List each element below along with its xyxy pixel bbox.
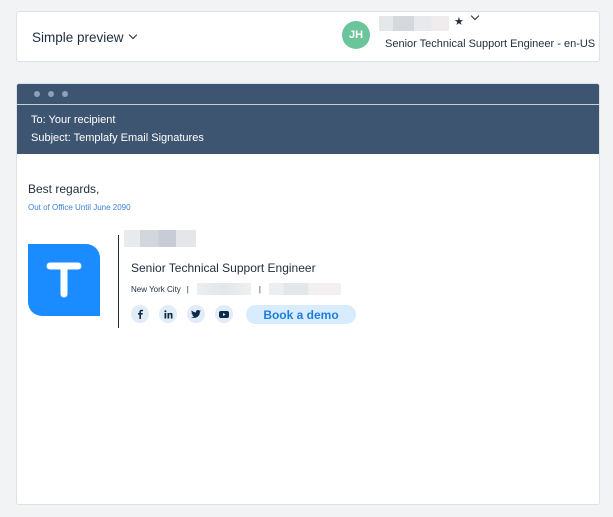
phone-redacted [196, 283, 251, 295]
window-dot-icon [62, 91, 68, 97]
window-dots [17, 84, 599, 105]
avatar[interactable]: JH [342, 21, 370, 49]
email-greeting: Best regards, [28, 182, 100, 196]
user-role: Senior Technical Support Engineer - en-U… [385, 38, 596, 50]
facebook-icon[interactable] [131, 305, 149, 323]
email-redacted [268, 283, 341, 295]
book-a-demo-button[interactable]: Book a demo [246, 305, 356, 324]
out-of-office-banner[interactable]: Out of Office Until June 2090 [28, 203, 131, 212]
window-dot-icon [34, 91, 40, 97]
signature-contact-line: New York City | | [131, 283, 341, 295]
user-menu-chevron-down-icon[interactable] [470, 11, 480, 21]
signature-divider [118, 235, 119, 328]
signature-name-redacted [124, 230, 196, 247]
email-preview-panel: To: Your recipient Subject: Templafy Ema… [16, 83, 600, 505]
email-header: To: Your recipient Subject: Templafy Ema… [17, 84, 599, 154]
chevron-down-icon [128, 30, 137, 40]
window-dot-icon [48, 91, 54, 97]
preview-toolbar: Simple preview JH ★ Senior Technical Sup… [16, 11, 600, 62]
signature-title: Senior Technical Support Engineer [131, 261, 316, 275]
separator: | [186, 284, 189, 294]
email-to: To: Your recipient [31, 114, 116, 126]
youtube-icon[interactable] [215, 305, 233, 323]
preview-mode-label: Simple preview [32, 29, 124, 45]
star-icon[interactable]: ★ [454, 15, 464, 28]
social-links [131, 305, 233, 323]
signature-city: New York City [131, 284, 181, 294]
twitter-icon[interactable] [187, 305, 205, 323]
templafy-t-icon [46, 262, 82, 298]
user-name-redacted [379, 16, 449, 31]
separator: | [258, 284, 261, 294]
linkedin-icon[interactable] [159, 305, 177, 323]
preview-mode-dropdown[interactable]: Simple preview [32, 28, 137, 46]
email-subject: Subject: Templafy Email Signatures [31, 132, 204, 144]
company-logo [28, 244, 100, 316]
